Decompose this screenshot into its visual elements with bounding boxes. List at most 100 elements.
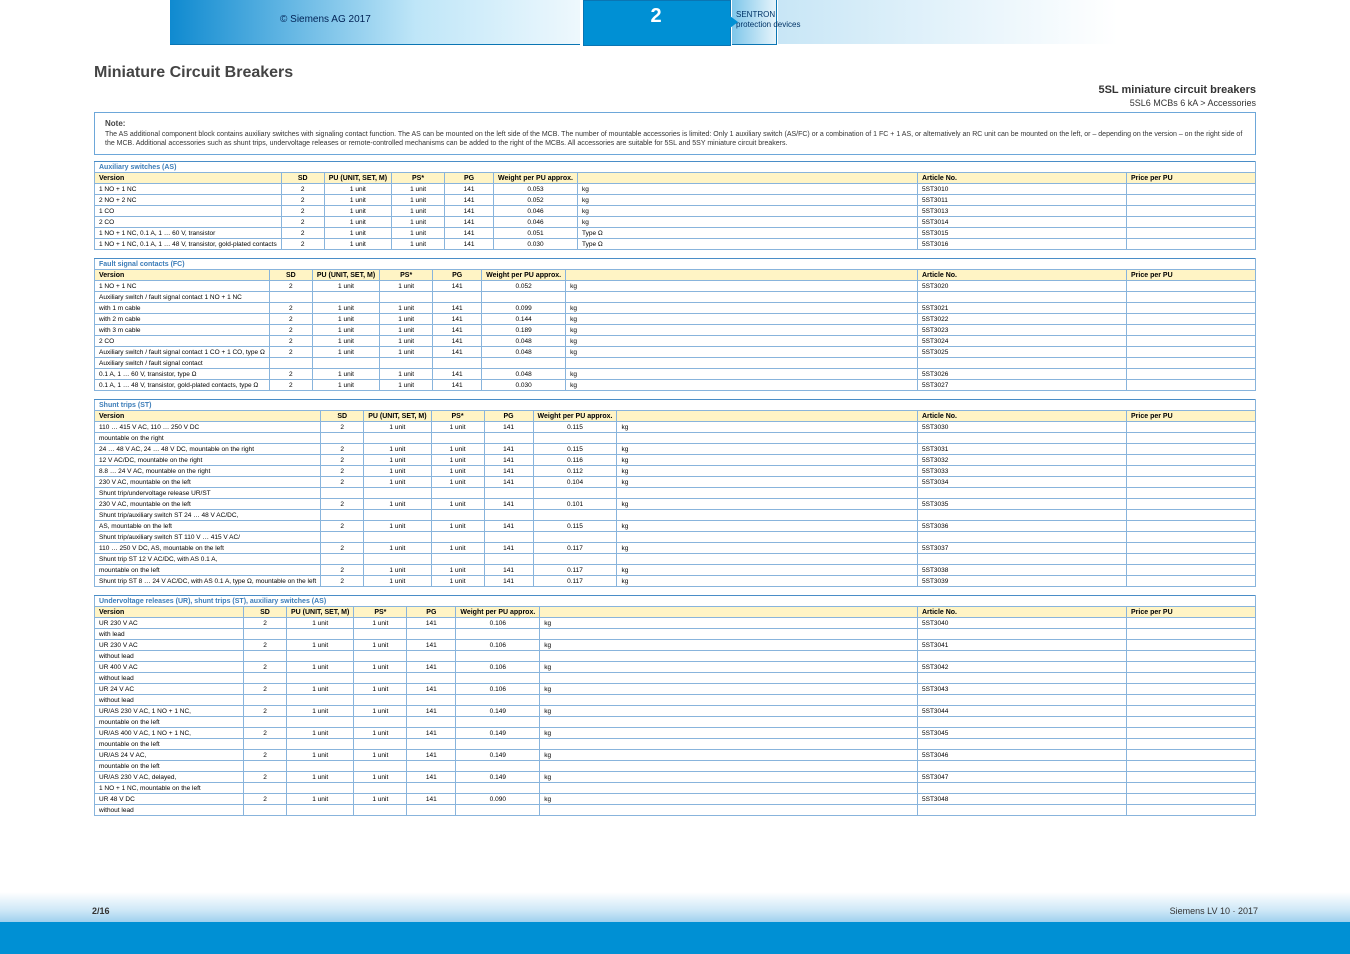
table-cell: 141: [484, 576, 533, 587]
table-cell: Auxiliary switch / fault signal contact: [95, 358, 270, 369]
table-cell: 1 unit: [380, 314, 433, 325]
table-cell: 1 unit: [392, 206, 445, 217]
table-cell: 1 unit: [312, 347, 379, 358]
table-row: 12 V AC/DC, mountable on the right21 uni…: [95, 455, 1256, 466]
table-cell: [566, 358, 918, 369]
col-header: Price per PU: [1127, 173, 1256, 184]
table-cell: [1127, 380, 1256, 391]
table-cell: 0.048: [482, 336, 566, 347]
table-cell: kg: [540, 706, 918, 717]
table-cell: 5ST3030: [918, 422, 1127, 433]
table-cell: [312, 292, 379, 303]
table-cell: 2: [281, 239, 324, 250]
table-cell: [617, 510, 918, 521]
table-row: Auxiliary switch / fault signal contact: [95, 358, 1256, 369]
section-title: 5SL miniature circuit breakers: [94, 84, 1256, 96]
table-cell: 141: [484, 444, 533, 455]
table-row: 1 NO + 1 NC, 0.1 A, 1 … 48 V, transistor…: [95, 239, 1256, 250]
table-cell: 1 unit: [431, 477, 484, 488]
table-cell: [407, 761, 456, 772]
table-cell: 0.117: [533, 543, 617, 554]
table-row: mountable on the right: [95, 433, 1256, 444]
table-cell: 5ST3038: [918, 565, 1127, 576]
table-cell: 1 unit: [312, 369, 379, 380]
table-cell: [540, 695, 918, 706]
table-cell: 1 unit: [312, 380, 379, 391]
table-cell: [433, 292, 482, 303]
col-header: Weight per PU approx.: [482, 270, 566, 281]
table-cell: [1127, 292, 1256, 303]
table-cell: [918, 761, 1127, 772]
table-cell: [431, 433, 484, 444]
table-cell: [1127, 281, 1256, 292]
table-cell: kg: [540, 618, 918, 629]
table-cell: UR 230 V AC: [95, 618, 244, 629]
table-row: Auxiliary switch / fault signal contact …: [95, 292, 1256, 303]
table-cell: kg: [617, 565, 918, 576]
col-header: Article No.: [918, 411, 1127, 422]
col-header: Price per PU: [1127, 607, 1256, 618]
table-cell: [456, 783, 540, 794]
table-cell: kg: [540, 750, 918, 761]
table-cell: 141: [445, 184, 494, 195]
table-cell: 1 unit: [380, 281, 433, 292]
table-cell: [1127, 543, 1256, 554]
table-row: mountable on the left: [95, 739, 1256, 750]
table-cell: kg: [577, 206, 917, 217]
col-header: Article No.: [918, 607, 1127, 618]
col-header: PG: [484, 411, 533, 422]
footer-bar: [0, 922, 1350, 954]
table-cell: [244, 695, 287, 706]
table-cell: 2 CO: [95, 336, 270, 347]
table-cell: 1 unit: [354, 640, 407, 651]
table-cell: [407, 673, 456, 684]
table-cell: 141: [484, 521, 533, 532]
table-cell: [456, 629, 540, 640]
spec-table: Fault signal contacts (FC)VersionSDPU (U…: [94, 258, 1256, 391]
table-cell: 1 unit: [431, 422, 484, 433]
table-cell: [354, 805, 407, 816]
table-cell: 1 unit: [431, 543, 484, 554]
table-cell: 141: [407, 772, 456, 783]
table-row: UR/AS 400 V AC, 1 NO + 1 NC,21 unit1 uni…: [95, 728, 1256, 739]
table-cell: kg: [540, 794, 918, 805]
table-cell: 0.104: [533, 477, 617, 488]
category-header: Auxiliary switches (AS): [95, 162, 1256, 173]
table-row: without lead: [95, 695, 1256, 706]
table-cell: 5ST3015: [918, 228, 1127, 239]
table-cell: without lead: [95, 695, 244, 706]
table-cell: [1127, 662, 1256, 673]
table-cell: [918, 510, 1127, 521]
table-row: without lead: [95, 805, 1256, 816]
table-cell: [1127, 640, 1256, 651]
table-row: AS, mountable on the left21 unit1 unit14…: [95, 521, 1256, 532]
table-cell: 230 V AC, mountable on the left: [95, 499, 321, 510]
table-cell: 0.052: [482, 281, 566, 292]
table-cell: [540, 805, 918, 816]
table-cell: without lead: [95, 651, 244, 662]
table-cell: 2: [321, 565, 364, 576]
table-cell: 24 … 48 V AC, 24 … 48 V DC, mountable on…: [95, 444, 321, 455]
table-row: Shunt trip ST 12 V AC/DC, with AS 0.1 A,: [95, 554, 1256, 565]
table-row: 8.8 … 24 V AC, mountable on the right21 …: [95, 466, 1256, 477]
table-cell: 141: [484, 466, 533, 477]
table-cell: UR/AS 24 V AC,: [95, 750, 244, 761]
table-cell: 2: [244, 706, 287, 717]
table-cell: 5ST3014: [918, 217, 1127, 228]
table-cell: 2: [281, 217, 324, 228]
table-cell: 1 unit: [324, 239, 391, 250]
table-cell: [1127, 358, 1256, 369]
table-cell: 1 unit: [287, 706, 354, 717]
table-cell: 0.115: [533, 521, 617, 532]
table-cell: [244, 805, 287, 816]
table-cell: 2: [244, 772, 287, 783]
table-cell: 141: [433, 347, 482, 358]
table-cell: [456, 651, 540, 662]
chevron-right-icon: [730, 16, 738, 28]
table-cell: 1 unit: [312, 325, 379, 336]
table-cell: 2: [269, 369, 312, 380]
table-cell: 0.106: [456, 684, 540, 695]
table-cell: 1 unit: [364, 521, 431, 532]
table-cell: 1 NO + 1 NC, 0.1 A, 1 … 48 V, transistor…: [95, 239, 282, 250]
table-cell: [540, 673, 918, 684]
